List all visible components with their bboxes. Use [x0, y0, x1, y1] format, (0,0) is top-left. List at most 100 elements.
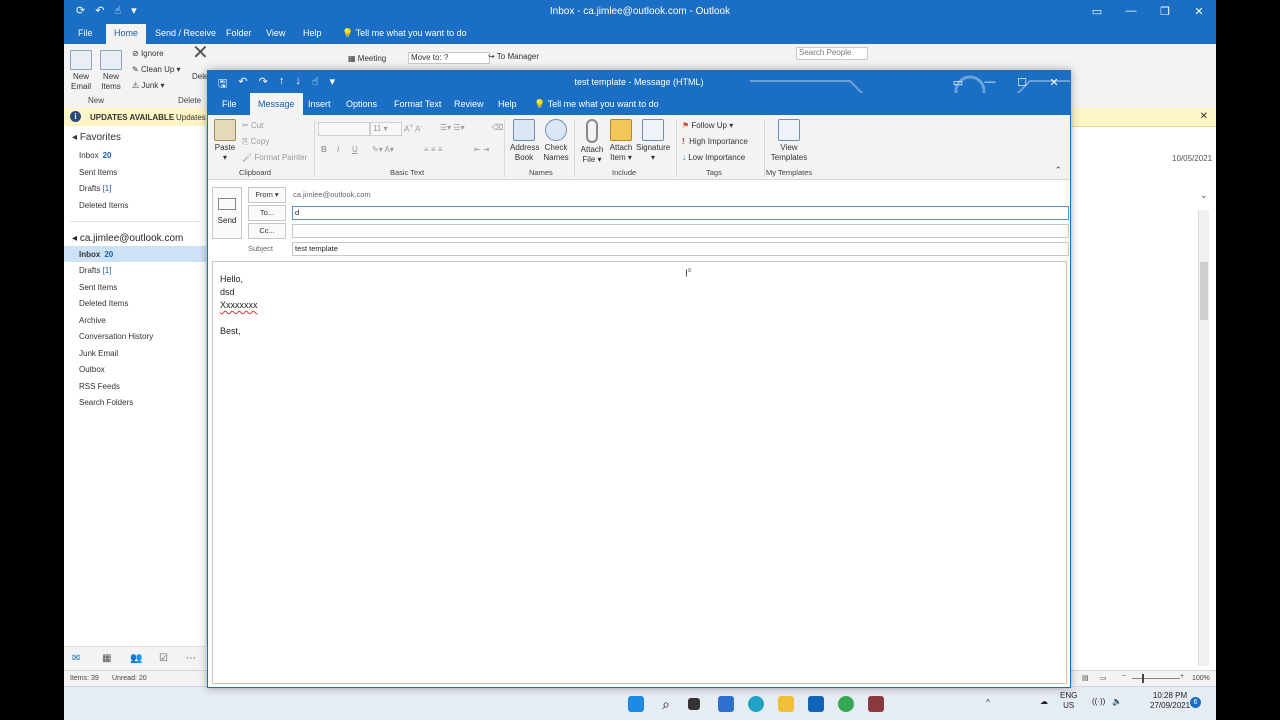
maximize-icon[interactable]: ☐	[1006, 71, 1038, 93]
clock[interactable]: 10:28 PM 27/09/2021	[1150, 691, 1190, 711]
tray-overflow-icon[interactable]: ^	[986, 698, 990, 708]
ignore-button[interactable]: ⊘ Ignore	[132, 49, 164, 59]
notification-badge[interactable]: 6	[1190, 697, 1201, 708]
tab-view[interactable]: View	[258, 24, 293, 44]
wifi-icon[interactable]: ((·))	[1092, 697, 1105, 707]
account-header[interactable]: ◂ ca.jimlee@outlook.com	[72, 233, 183, 244]
expand-chevron-icon[interactable]: ⌄	[1200, 190, 1208, 201]
tab-home[interactable]: Home	[106, 24, 147, 44]
minimize-icon[interactable]: —	[974, 71, 1006, 93]
tasks-icon[interactable]: ☑	[159, 653, 168, 664]
tab-insert[interactable]: Insert	[300, 93, 339, 115]
new-items-button[interactable]: New Items	[98, 50, 124, 92]
file-explorer-icon[interactable]	[778, 696, 794, 712]
signature-button[interactable]: Signature ▾	[636, 119, 670, 163]
junk-button[interactable]: ⚠ Junk ▾	[132, 81, 165, 91]
delete-icon[interactable]: ✕	[192, 43, 209, 63]
tell-me-box[interactable]: 💡 Tell me what you want to do	[334, 24, 475, 44]
meeting-button[interactable]: ▦ Meeting	[348, 54, 386, 64]
edge-icon[interactable]	[748, 696, 764, 712]
underline-icon[interactable]: U	[352, 145, 358, 154]
ribbon-display-icon[interactable]: ▭	[1080, 0, 1114, 22]
tab-options[interactable]: Options	[338, 93, 385, 115]
tab-send-receive[interactable]: Send / Receive	[147, 24, 224, 44]
bullets-icon[interactable]: ☰▾ ☰▾	[440, 123, 465, 132]
search-people-input[interactable]: Search People	[796, 47, 868, 60]
favorites-header[interactable]: ◂ Favorites	[72, 132, 121, 143]
zoom-in-icon[interactable]: +	[1180, 673, 1184, 680]
tab-message[interactable]: Message	[250, 93, 303, 115]
clear-format-icon[interactable]: ⌫	[492, 123, 503, 132]
from-button[interactable]: From ▾	[248, 187, 286, 203]
italic-icon[interactable]: I	[337, 145, 339, 154]
zoom-out-icon[interactable]: −	[1122, 673, 1126, 680]
message-body-editor[interactable]: Hello, dsd Xxxxxxxx Best, I≡	[212, 261, 1067, 684]
tab-file[interactable]: File	[70, 24, 101, 44]
calendar-icon[interactable]: ▦	[102, 653, 111, 664]
check-names-button[interactable]: Check Names	[542, 119, 570, 163]
tab-file[interactable]: File	[214, 93, 245, 115]
recorder-icon[interactable]	[868, 696, 884, 712]
folder-conversation-history[interactable]: Conversation History	[79, 332, 153, 341]
cut-button[interactable]: ✂ Cut	[242, 121, 263, 130]
folder-outbox[interactable]: Outbox	[79, 365, 105, 374]
view-templates-button[interactable]: View Templates	[768, 119, 810, 163]
attach-file-button[interactable]: Attach File ▾	[578, 119, 606, 165]
chrome-icon[interactable]	[838, 696, 854, 712]
bold-icon[interactable]: B	[321, 145, 327, 154]
widgets-icon[interactable]	[718, 696, 734, 712]
tell-me-box[interactable]: 💡 Tell me what you want to do	[526, 93, 667, 115]
onedrive-icon[interactable]: ☁	[1040, 697, 1048, 707]
quick-step-move-to[interactable]: Move to: ?	[408, 52, 490, 64]
volume-icon[interactable]: 🔈	[1112, 697, 1122, 707]
format-painter-button[interactable]: 🖌 Format Painter	[242, 153, 307, 162]
font-family-select[interactable]	[318, 122, 370, 136]
updates-link[interactable]: Updates	[176, 113, 206, 122]
attach-item-button[interactable]: Attach Item ▾	[607, 119, 635, 163]
highlight-icon[interactable]: ✎▾ A▾	[372, 145, 394, 154]
align-icon[interactable]: ≡ ≡ ≡	[424, 145, 442, 154]
minimize-icon[interactable]: —	[1114, 0, 1148, 22]
folder-inbox[interactable]: Inbox 20	[79, 250, 113, 259]
language-indicator[interactable]: ENG US	[1060, 691, 1077, 711]
grow-font-icon[interactable]: A+ A-	[404, 123, 423, 134]
folder-archive[interactable]: Archive	[79, 316, 106, 325]
normal-view-icon[interactable]: ▤	[1082, 674, 1089, 682]
favorite-deleted-items[interactable]: Deleted Items	[79, 201, 128, 210]
folder-drafts[interactable]: Drafts [1]	[79, 266, 111, 275]
favorite-inbox[interactable]: Inbox 20	[79, 151, 111, 160]
folder-search-folders[interactable]: Search Folders	[79, 398, 133, 407]
windows-start-icon[interactable]	[628, 696, 644, 712]
zoom-slider-thumb[interactable]	[1142, 674, 1144, 683]
to-button[interactable]: To...	[248, 205, 286, 221]
folder-junk-email[interactable]: Junk Email	[79, 349, 118, 358]
folder-deleted-items[interactable]: Deleted Items	[79, 299, 128, 308]
reading-pane-scrollbar[interactable]	[1198, 210, 1209, 666]
send-button[interactable]: Send	[212, 187, 242, 239]
restore-icon[interactable]: ❐	[1148, 0, 1182, 22]
copy-button[interactable]: ⎘ Copy	[242, 137, 269, 147]
folder-sent-items[interactable]: Sent Items	[79, 283, 117, 292]
close-updates-icon[interactable]: ✕	[1200, 111, 1208, 122]
people-icon[interactable]: 👥	[130, 653, 142, 664]
high-importance-button[interactable]: ! High Importance	[682, 137, 748, 146]
favorite-sent-items[interactable]: Sent Items	[79, 168, 117, 177]
tab-format-text[interactable]: Format Text	[386, 93, 449, 115]
clean-up-button[interactable]: ✎ Clean Up ▾	[132, 65, 181, 75]
paste-button[interactable]: Paste ▾	[212, 119, 238, 163]
zoom-slider[interactable]	[1132, 678, 1180, 679]
font-size-select[interactable]: 11 ▾	[370, 122, 402, 136]
address-book-button[interactable]: Address Book	[510, 119, 539, 163]
tab-review[interactable]: Review	[446, 93, 492, 115]
close-icon[interactable]: ✕	[1038, 71, 1070, 93]
tab-help[interactable]: Help	[295, 24, 330, 44]
task-view-icon[interactable]	[688, 698, 700, 710]
outlook-taskbar-icon[interactable]	[808, 696, 824, 712]
scrollbar-thumb[interactable]	[1200, 262, 1208, 320]
cc-input[interactable]	[292, 224, 1069, 238]
mail-icon[interactable]: ✉	[72, 653, 80, 664]
indent-icon[interactable]: ⇤ ⇥	[474, 145, 490, 154]
cc-button[interactable]: Cc...	[248, 223, 286, 239]
quick-step-to-manager[interactable]: ↪ To Manager	[488, 52, 539, 62]
to-input[interactable]: d	[292, 206, 1069, 220]
